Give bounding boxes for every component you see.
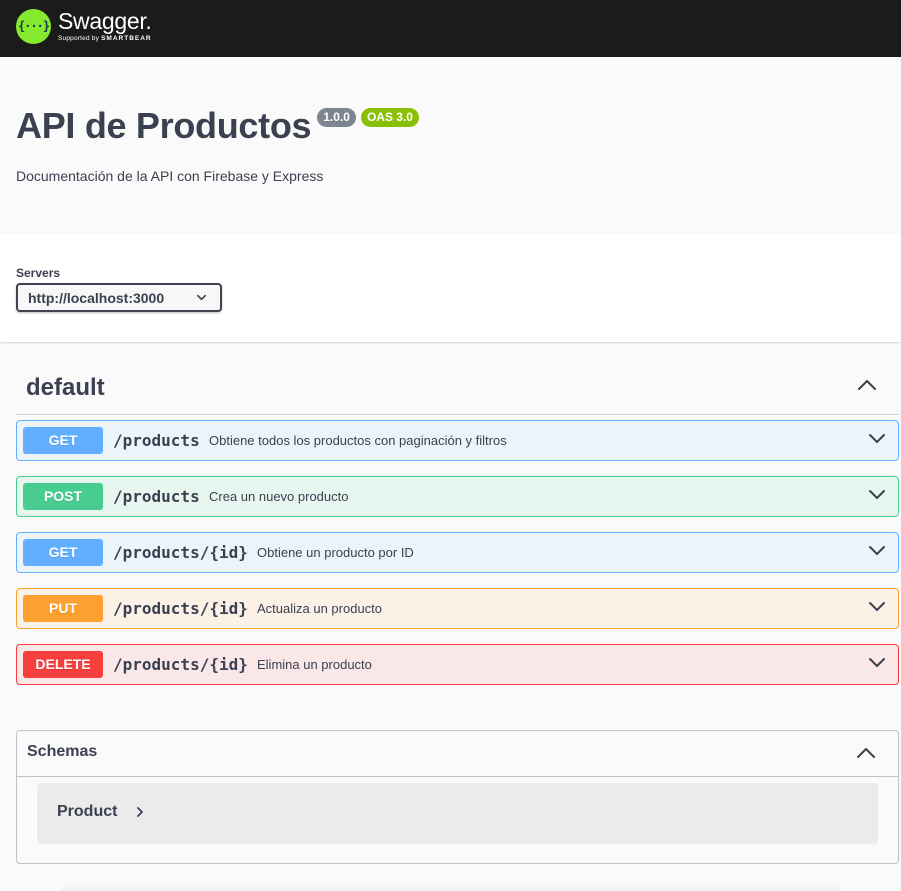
api-info: API de Productos 1.0.0 OAS 3.0 [16, 100, 419, 152]
brand-tagline-prefix: Supported by [58, 34, 100, 42]
brand-name: Swagger. [58, 7, 152, 34]
operation-summary: Elimina un producto [257, 657, 372, 672]
servers-label: Servers [16, 266, 61, 280]
operation-path: /products [113, 431, 200, 450]
servers-selected-value: http://localhost:3000 [28, 289, 165, 306]
model-name: Product [57, 803, 118, 820]
model-product[interactable]: Product [37, 783, 878, 844]
operation-path: /products/{id} [113, 599, 248, 618]
method-badge: POST [23, 483, 103, 510]
footer-shadow [60, 884, 840, 891]
servers-select[interactable]: http://localhost:3000 [16, 283, 222, 312]
chevron-right-icon[interactable] [136, 806, 144, 818]
operation-put-product[interactable]: PUT /products/{id} Actualiza un producto [16, 588, 899, 629]
chevron-down-icon[interactable] [868, 656, 886, 670]
top-bar: {···} Swagger. Supported by SMARTBEAR [0, 0, 901, 57]
operation-get-product-by-id[interactable]: GET /products/{id} Obtiene un producto p… [16, 532, 899, 573]
oas-badge: OAS 3.0 [360, 108, 419, 127]
schemas-header[interactable]: Schemas [17, 731, 898, 777]
chevron-down-icon[interactable] [868, 488, 886, 502]
method-badge: GET [23, 427, 103, 454]
method-badge: DELETE [23, 651, 103, 678]
tag-section-header[interactable]: default [16, 362, 899, 415]
operation-get-products[interactable]: GET /products Obtiene todos los producto… [16, 420, 899, 461]
operation-path: /products [113, 487, 200, 506]
operation-summary: Obtiene todos los productos con paginaci… [209, 433, 507, 448]
chevron-down-icon[interactable] [868, 600, 886, 614]
title-row: API de Productos 1.0.0 OAS 3.0 [16, 100, 419, 152]
schemas-section: Schemas Product [16, 730, 899, 864]
operation-delete-product[interactable]: DELETE /products/{id} Elimina un product… [16, 644, 899, 685]
chevron-down-icon[interactable] [868, 432, 886, 446]
schemas-title: Schemas [27, 743, 98, 760]
api-description: Documentación de la API con Firebase y E… [16, 168, 324, 184]
operation-path: /products/{id} [113, 543, 248, 562]
method-badge: GET [23, 539, 103, 566]
swagger-logo-icon: {···} [16, 8, 51, 44]
servers-section: Servers http://localhost:3000 [0, 234, 901, 342]
operation-post-products[interactable]: POST /products Crea un nuevo producto [16, 476, 899, 517]
chevron-down-icon [197, 294, 206, 301]
operation-summary: Obtiene un producto por ID [257, 545, 414, 560]
tag-name: default [26, 374, 105, 401]
operation-summary: Actualiza un producto [257, 601, 383, 616]
swagger-logo[interactable]: {···} Swagger. Supported by SMARTBEAR [16, 8, 152, 44]
brand-tagline: Supported by SMARTBEAR [58, 34, 152, 43]
method-badge: PUT [23, 595, 103, 622]
operation-summary: Crea un nuevo producto [209, 489, 349, 504]
chevron-up-icon[interactable] [857, 378, 877, 392]
chevron-up-icon[interactable] [856, 746, 876, 760]
api-title: API de Productos [16, 105, 312, 146]
chevron-down-icon[interactable] [868, 544, 886, 558]
brand-text: Swagger. Supported by SMARTBEAR [58, 7, 152, 43]
version-badge: 1.0.0 [317, 108, 356, 127]
brand-tagline-company: SMARTBEAR [101, 34, 152, 42]
operation-path: /products/{id} [113, 655, 248, 674]
